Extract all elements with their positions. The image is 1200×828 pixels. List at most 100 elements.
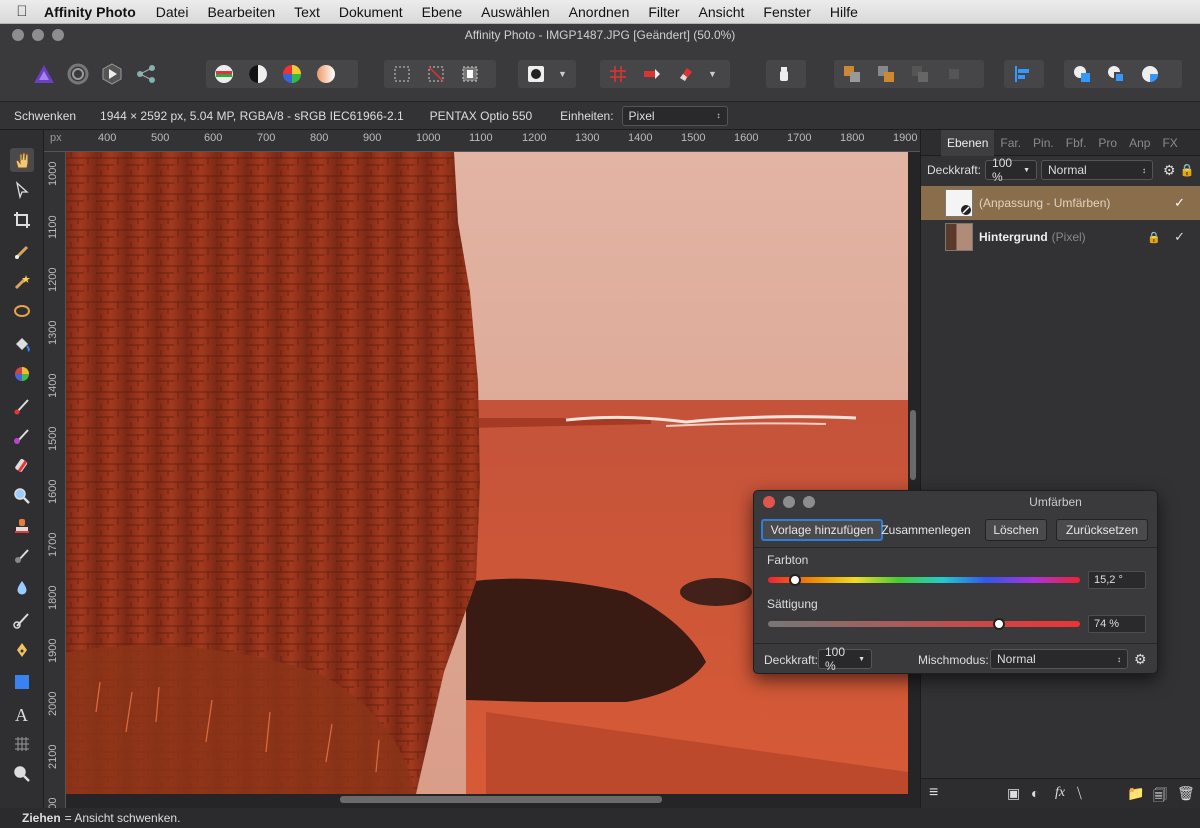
gear-icon[interactable]: ⚙ bbox=[1163, 162, 1176, 179]
fill-tool-icon[interactable] bbox=[10, 332, 34, 356]
deselect-icon[interactable] bbox=[424, 63, 448, 85]
trash-icon[interactable]: 🗑 bbox=[1177, 785, 1195, 802]
assistant-icon[interactable] bbox=[772, 63, 796, 85]
menu-ansicht[interactable]: Ansicht bbox=[699, 4, 745, 20]
liquify-persona-icon[interactable] bbox=[66, 63, 90, 85]
sponge-brush-icon[interactable] bbox=[10, 608, 34, 632]
levels-icon[interactable] bbox=[212, 63, 236, 85]
invert-selection-icon[interactable] bbox=[458, 63, 482, 85]
mesh-warp-icon[interactable] bbox=[10, 732, 34, 756]
gear-icon[interactable]: ⚙ bbox=[1134, 651, 1147, 668]
grid-icon[interactable] bbox=[606, 63, 630, 85]
move-to-back-icon[interactable] bbox=[840, 63, 864, 85]
hue-value-field[interactable]: 15,2 ° bbox=[1088, 571, 1146, 589]
units-select[interactable]: Pixel ↕ bbox=[621, 105, 728, 126]
clone-stamp-icon[interactable] bbox=[10, 514, 34, 538]
dialog-close-button[interactable] bbox=[763, 496, 775, 508]
fx-icon[interactable]: fx bbox=[1055, 785, 1065, 801]
intersect-shape-icon[interactable] bbox=[1138, 63, 1162, 85]
menu-filter[interactable]: Filter bbox=[648, 4, 679, 20]
menu-bearbeiten[interactable]: Bearbeiten bbox=[207, 4, 275, 20]
menu-fenster[interactable]: Fenster bbox=[763, 4, 810, 20]
crop-tool-icon[interactable] bbox=[10, 208, 34, 232]
merge-button[interactable]: Zusammenlegen bbox=[881, 519, 970, 541]
menu-ebene[interactable]: Ebene bbox=[422, 4, 462, 20]
live-filter-icon[interactable]: ⧹ bbox=[1077, 785, 1082, 802]
paint-brush-icon[interactable] bbox=[10, 394, 34, 418]
chevron-down-icon[interactable]: ▼ bbox=[558, 69, 567, 79]
zoom-tool-icon[interactable] bbox=[10, 762, 34, 786]
add-layer-icon[interactable]: 🗐 bbox=[1153, 785, 1167, 809]
dialog-opacity-field[interactable]: 100 % ▼ bbox=[818, 645, 872, 673]
visibility-check-icon[interactable]: ✓ bbox=[1174, 195, 1185, 211]
rectangle-tool-icon[interactable] bbox=[10, 670, 34, 694]
export-persona-icon[interactable] bbox=[134, 63, 158, 85]
tab-farbfelder[interactable]: Fbf. bbox=[1060, 136, 1093, 150]
delete-button[interactable]: Löschen bbox=[985, 519, 1047, 541]
color-replacement-icon[interactable] bbox=[10, 424, 34, 448]
lock-icon[interactable]: 🔒 bbox=[1180, 163, 1195, 177]
snapping-magnet-icon[interactable] bbox=[674, 63, 698, 85]
tab-farbe[interactable]: Far. bbox=[994, 136, 1027, 150]
tab-ebenen[interactable]: Ebenen bbox=[941, 129, 995, 156]
dialog-blend-select[interactable]: Normal ↕ bbox=[990, 649, 1128, 669]
add-preset-button[interactable]: Vorlage hinzufügen bbox=[761, 519, 883, 541]
menu-datei[interactable]: Datei bbox=[156, 4, 189, 20]
layer-row-background[interactable]: Hintergrund (Pixel) 🔒 ✓ bbox=[921, 220, 1200, 254]
app-menu[interactable]: Affinity Photo bbox=[44, 4, 136, 20]
horizontal-scrollbar[interactable] bbox=[340, 796, 662, 803]
menu-dokument[interactable]: Dokument bbox=[339, 4, 403, 20]
dialog-minimize-button[interactable] bbox=[783, 496, 795, 508]
retouch-brush-icon[interactable] bbox=[10, 454, 34, 478]
tab-anpassung[interactable]: Anp bbox=[1123, 136, 1156, 150]
select-all-icon[interactable] bbox=[390, 63, 414, 85]
subtract-shape-icon[interactable] bbox=[1104, 63, 1128, 85]
zoom-view-icon[interactable] bbox=[10, 484, 34, 508]
zoom-window-button[interactable] bbox=[52, 29, 64, 41]
close-window-button[interactable] bbox=[12, 29, 24, 41]
move-to-front-icon[interactable] bbox=[942, 63, 966, 85]
menu-auswaehlen[interactable]: Auswählen bbox=[481, 4, 550, 20]
hue-slider[interactable] bbox=[768, 574, 1080, 586]
menu-hilfe[interactable]: Hilfe bbox=[830, 4, 858, 20]
hue-slider-handle[interactable] bbox=[789, 574, 802, 586]
develop-persona-icon[interactable] bbox=[100, 63, 124, 85]
photo-persona-icon[interactable] bbox=[32, 63, 56, 85]
add-group-icon[interactable]: 📁 bbox=[1127, 785, 1144, 802]
force-pixel-alignment-icon[interactable] bbox=[640, 63, 664, 85]
layer-row-recolor[interactable]: (Anpassung - Umfärben) ✓ bbox=[921, 186, 1200, 220]
auto-contrast-icon[interactable] bbox=[246, 63, 270, 85]
layers-stack-icon[interactable]: ≡ bbox=[929, 784, 938, 802]
dialog-zoom-button[interactable] bbox=[803, 496, 815, 508]
text-tool-icon[interactable]: A bbox=[10, 702, 34, 726]
tab-protokoll[interactable]: Pro bbox=[1092, 136, 1123, 150]
tab-pinsel[interactable]: Pin. bbox=[1027, 136, 1060, 150]
apple-menu-icon[interactable]:  bbox=[0, 3, 44, 20]
quick-mask-icon[interactable] bbox=[524, 63, 548, 85]
saturation-slider-handle[interactable] bbox=[992, 618, 1005, 630]
document-canvas[interactable] bbox=[66, 152, 920, 808]
saturation-value-field[interactable]: 74 % bbox=[1088, 615, 1146, 633]
lasso-tool-icon[interactable] bbox=[10, 300, 34, 324]
selection-brush-icon[interactable] bbox=[10, 240, 34, 264]
align-icon[interactable] bbox=[1010, 63, 1034, 85]
lock-icon[interactable]: 🔒 bbox=[1147, 231, 1161, 244]
adjustment-layer-icon[interactable]: ◐ bbox=[1031, 785, 1039, 801]
blend-mode-select[interactable]: Normal ↕ bbox=[1041, 160, 1154, 180]
minimize-window-button[interactable] bbox=[32, 29, 44, 41]
tab-fx[interactable]: FX bbox=[1156, 136, 1183, 150]
flood-select-icon[interactable] bbox=[10, 270, 34, 294]
mask-layer-icon[interactable]: ▣ bbox=[1007, 785, 1020, 802]
saturation-slider[interactable] bbox=[768, 618, 1080, 630]
pen-tool-icon[interactable] bbox=[10, 638, 34, 662]
blur-brush-icon[interactable] bbox=[10, 576, 34, 600]
add-shape-icon[interactable] bbox=[1070, 63, 1094, 85]
menu-text[interactable]: Text bbox=[294, 4, 320, 20]
layer-opacity-field[interactable]: 100 % ▼ bbox=[985, 156, 1038, 184]
move-tool-icon[interactable] bbox=[10, 178, 34, 202]
reset-button[interactable]: Zurücksetzen bbox=[1056, 519, 1148, 541]
hand-tool-icon[interactable] bbox=[10, 148, 34, 172]
color-picker-icon[interactable] bbox=[10, 362, 34, 386]
vertical-scrollbar[interactable] bbox=[910, 410, 916, 480]
dodge-brush-icon[interactable] bbox=[10, 544, 34, 568]
